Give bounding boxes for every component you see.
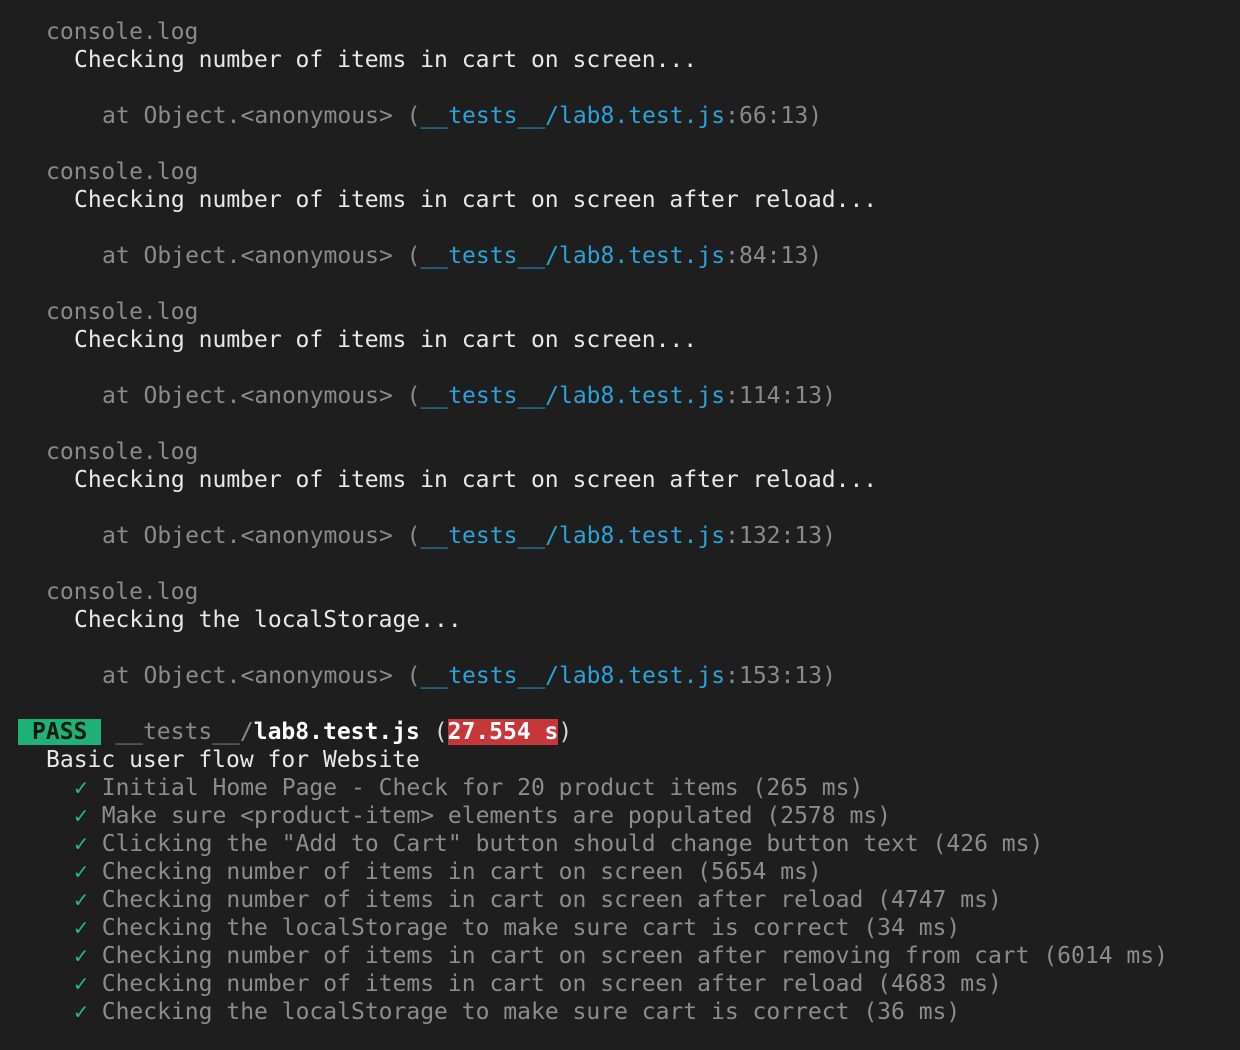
test-name: Initial Home Page - Check for 20 product… <box>101 775 864 801</box>
open-paren: ( <box>433 719 448 745</box>
checkmark-icon: ✓ <box>74 943 88 969</box>
test-item: ✓ Checking number of items in cart on sc… <box>18 886 1228 914</box>
test-file-dir: __tests__/ <box>115 719 254 745</box>
test-item: ✓ Checking number of items in cart on sc… <box>18 942 1228 970</box>
line-number: :132:13 <box>725 523 823 549</box>
console-log-message: Checking number of items in cart on scre… <box>74 467 878 493</box>
test-name: Checking number of items in cart on scre… <box>101 859 822 885</box>
duration-badge: 27.554 s <box>447 719 559 745</box>
test-name: Checking number of items in cart on scre… <box>101 887 1002 913</box>
terminal-output: console.log Checking number of items in … <box>18 18 1228 1026</box>
line-number: :114:13 <box>725 383 823 409</box>
file-link[interactable]: __tests__/lab8.test.js <box>421 383 726 409</box>
console-log-message: Checking number of items in cart on scre… <box>74 187 878 213</box>
checkmark-icon: ✓ <box>74 971 88 997</box>
test-item: ✓ Checking the localStorage to make sure… <box>18 998 1228 1026</box>
console-log-message: Checking number of items in cart on scre… <box>74 327 698 353</box>
file-link[interactable]: __tests__/lab8.test.js <box>421 663 726 689</box>
test-item: ✓ Clicking the "Add to Cart" button shou… <box>18 830 1228 858</box>
suite-title: Basic user flow for Website <box>46 747 420 773</box>
stack-prefix: at Object.<anonymous> ( <box>102 523 421 549</box>
stack-prefix: at Object.<anonymous> ( <box>102 243 421 269</box>
file-link[interactable]: __tests__/lab8.test.js <box>421 103 726 129</box>
stack-suffix: ) <box>808 103 823 129</box>
checkmark-icon: ✓ <box>74 887 88 913</box>
test-item: ✓ Make sure <product-item> elements are … <box>18 802 1228 830</box>
line-number: :153:13 <box>725 663 823 689</box>
stack-suffix: ) <box>822 523 836 549</box>
console-log-label: console.log <box>46 299 199 325</box>
stack-suffix: ) <box>822 383 836 409</box>
console-log-entry: console.log Checking number of items in … <box>18 158 1228 298</box>
console-log-label: console.log <box>46 19 199 45</box>
stack-location: at Object.<anonymous> (__tests__/lab8.te… <box>18 522 1228 550</box>
test-name: Checking the localStorage to make sure c… <box>101 915 961 941</box>
line-number: :66:13 <box>725 103 809 129</box>
checkmark-icon: ✓ <box>74 775 88 801</box>
test-file-name: lab8.test.js <box>253 719 420 745</box>
stack-location: at Object.<anonymous> (__tests__/lab8.te… <box>18 242 1228 270</box>
console-log-entry: console.log Checking number of items in … <box>18 18 1228 158</box>
test-list: ✓ Initial Home Page - Check for 20 produ… <box>18 774 1228 1026</box>
checkmark-icon: ✓ <box>74 803 88 829</box>
file-link[interactable]: __tests__/lab8.test.js <box>421 523 726 549</box>
pass-badge: PASS <box>18 719 102 745</box>
test-item: ✓ Checking number of items in cart on sc… <box>18 858 1228 886</box>
test-name: Checking the localStorage to make sure c… <box>101 999 961 1025</box>
console-log-entry: console.log Checking number of items in … <box>18 438 1228 578</box>
test-name: Clicking the "Add to Cart" button should… <box>101 831 1044 857</box>
console-log-label: console.log <box>46 439 199 465</box>
stack-suffix: ) <box>808 243 823 269</box>
stack-prefix: at Object.<anonymous> ( <box>102 383 421 409</box>
console-log-entry: console.log Checking number of items in … <box>18 298 1228 438</box>
test-item: ✓ Initial Home Page - Check for 20 produ… <box>18 774 1228 802</box>
stack-prefix: at Object.<anonymous> ( <box>102 663 421 689</box>
stack-prefix: at Object.<anonymous> ( <box>102 103 421 129</box>
line-number: :84:13 <box>725 243 809 269</box>
checkmark-icon: ✓ <box>74 999 88 1025</box>
close-paren: ) <box>558 719 573 745</box>
console-log-message: Checking the localStorage... <box>74 607 462 633</box>
test-item: ✓ Checking number of items in cart on sc… <box>18 970 1228 998</box>
stack-location: at Object.<anonymous> (__tests__/lab8.te… <box>18 102 1228 130</box>
file-link[interactable]: __tests__/lab8.test.js <box>421 243 726 269</box>
stack-location: at Object.<anonymous> (__tests__/lab8.te… <box>18 662 1228 690</box>
checkmark-icon: ✓ <box>74 831 88 857</box>
stack-suffix: ) <box>822 663 836 689</box>
test-name: Checking number of items in cart on scre… <box>101 971 1002 997</box>
test-name: Checking number of items in cart on scre… <box>101 943 1168 969</box>
test-item: ✓ Checking the localStorage to make sure… <box>18 914 1228 942</box>
console-log-label: console.log <box>46 579 199 605</box>
console-log-label: console.log <box>46 159 199 185</box>
stack-location: at Object.<anonymous> (__tests__/lab8.te… <box>18 382 1228 410</box>
checkmark-icon: ✓ <box>74 859 88 885</box>
test-name: Make sure <product-item> elements are po… <box>101 803 892 829</box>
console-log-entry: console.log Checking the localStorage...… <box>18 578 1228 718</box>
console-log-message: Checking number of items in cart on scre… <box>74 47 698 73</box>
test-result-header: PASS __tests__/lab8.test.js (27.554 s) <box>18 718 1228 746</box>
checkmark-icon: ✓ <box>74 915 88 941</box>
